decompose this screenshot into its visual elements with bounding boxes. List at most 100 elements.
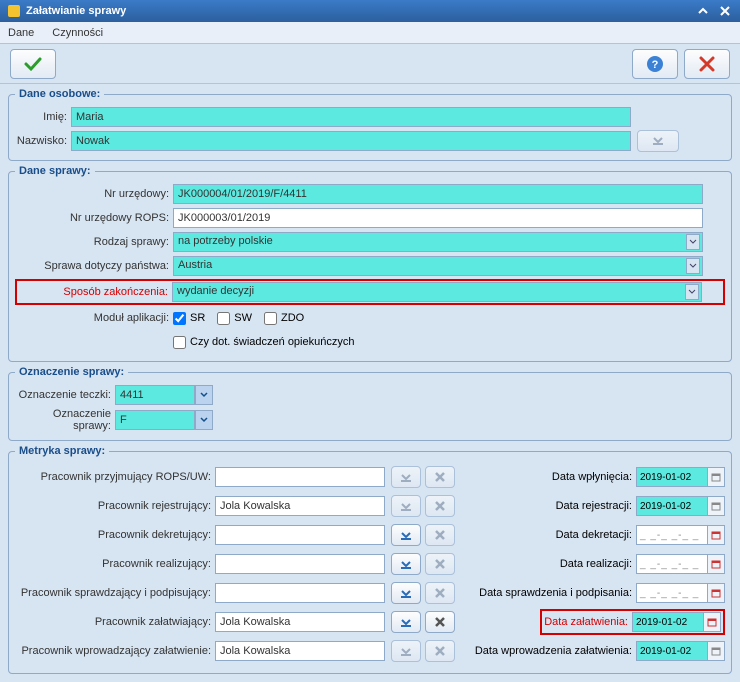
title-bar: Załatwianie sprawy (0, 0, 740, 22)
section-oznaczenie: Oznaczenie sprawy: Oznaczenie teczki: Oz… (8, 366, 732, 441)
label-modul: Moduł aplikacji: (15, 312, 173, 324)
window-title: Załatwianie sprawy (26, 5, 126, 17)
clear-button (425, 524, 455, 546)
legend-sprawy: Dane sprawy: (15, 165, 95, 177)
label-panstwo: Sprawa dotyczy państwa: (15, 260, 173, 272)
label-ozn-sprawy: Oznaczenie sprawy: (15, 408, 115, 432)
calendar-icon[interactable] (707, 496, 725, 516)
assign-button[interactable] (391, 524, 421, 546)
app-icon (8, 5, 20, 17)
calendar-icon[interactable] (707, 554, 725, 574)
toolbar: ? (0, 44, 740, 84)
label-prac-rej: Pracownik rejestrujący: (15, 500, 215, 512)
section-dane-osobowe: Dane osobowe: Imię: Nazwisko: (8, 88, 732, 161)
input-nr-rops[interactable] (173, 208, 703, 228)
legend-oznaczenie: Oznaczenie sprawy: (15, 366, 128, 378)
clear-button (425, 640, 455, 662)
date-zal[interactable]: 2019-01-02 (632, 612, 704, 632)
input-prac-dekr[interactable] (215, 525, 385, 545)
clear-button (425, 466, 455, 488)
date-dekr[interactable]: _ _-_ _-_ _ (636, 525, 708, 545)
assign-button (391, 466, 421, 488)
label-imie: Imię: (15, 111, 71, 123)
calendar-icon[interactable] (707, 583, 725, 603)
menu-bar: Dane Czynności (0, 22, 740, 44)
chevron-down-icon (685, 284, 699, 300)
input-prac-real[interactable] (215, 554, 385, 574)
input-prac-spr[interactable] (215, 583, 385, 603)
label-prac-spr: Pracownik sprawdzający i podpisujący: (15, 587, 215, 599)
assign-button (391, 640, 421, 662)
select-rodzaj[interactable]: na potrzeby polskie (173, 232, 703, 252)
date-rej[interactable]: 2019-01-02 (636, 496, 708, 516)
input-prac-zal[interactable] (215, 612, 385, 632)
label-nr-rops: Nr urzędowy ROPS: (15, 212, 173, 224)
dropdown-sprawy[interactable] (195, 410, 213, 430)
checkbox-sr[interactable]: SR (173, 312, 205, 325)
svg-text:?: ? (652, 59, 659, 71)
cancel-button[interactable] (684, 49, 730, 79)
label-prac-przyjm: Pracownik przyjmujący ROPS/UW: (15, 471, 215, 483)
label-nazwisko: Nazwisko: (15, 135, 71, 147)
minimize-up-icon[interactable] (696, 4, 710, 18)
label-data-real: Data realizacji: (560, 558, 636, 570)
label-prac-zal: Pracownik załatwiający: (15, 616, 215, 628)
select-panstwo[interactable]: Austria (173, 256, 703, 276)
input-prac-przyjm[interactable] (215, 467, 385, 487)
label-data-zal: Data załatwienia: (544, 616, 632, 628)
section-dane-sprawy: Dane sprawy: Nr urzędowy: Nr urzędowy RO… (8, 165, 732, 362)
calendar-icon[interactable] (707, 525, 725, 545)
menu-dane[interactable]: Dane (8, 27, 34, 39)
label-sposob: Sposób zakończenia: (18, 286, 172, 298)
select-sposob-value: wydanie decyzji (177, 285, 254, 297)
accept-button[interactable] (10, 49, 56, 79)
label-ozn-teczki: Oznaczenie teczki: (15, 389, 115, 401)
checkbox-sw[interactable]: SW (217, 312, 252, 325)
input-prac-wpr[interactable] (215, 641, 385, 661)
calendar-icon[interactable] (707, 467, 725, 487)
calendar-icon[interactable] (703, 612, 721, 632)
date-real[interactable]: _ _-_ _-_ _ (636, 554, 708, 574)
assign-button[interactable] (391, 582, 421, 604)
help-button[interactable]: ? (632, 49, 678, 79)
section-metryka: Metryka sprawy: Pracownik przyjmujący RO… (8, 445, 732, 674)
input-nazwisko[interactable] (71, 131, 631, 151)
legend-metryka: Metryka sprawy: (15, 445, 109, 457)
label-prac-wpr: Pracownik wprowadzający załatwienie: (15, 645, 215, 657)
label-data-rej: Data rejestracji: (556, 500, 636, 512)
calendar-icon[interactable] (707, 641, 725, 661)
input-imie[interactable] (71, 107, 631, 127)
assign-button (391, 495, 421, 517)
label-data-wpl: Data wpłynięcia: (552, 471, 636, 483)
label-data-spr: Data sprawdzenia i podpisania: (479, 587, 636, 599)
label-prac-dekr: Pracownik dekretujący: (15, 529, 215, 541)
input-nr-urzedowy[interactable] (173, 184, 703, 204)
select-rodzaj-value: na potrzeby polskie (178, 235, 273, 247)
menu-czynnosci[interactable]: Czynności (52, 27, 103, 39)
assign-button[interactable] (391, 611, 421, 633)
date-wpl[interactable]: 2019-01-02 (636, 467, 708, 487)
label-prac-real: Pracownik realizujący: (15, 558, 215, 570)
input-prac-rej[interactable] (215, 496, 385, 516)
assign-button[interactable] (391, 553, 421, 575)
chevron-down-icon (686, 234, 700, 250)
checkbox-opiekuncze[interactable]: Czy dot. świadczeń opiekuńczych (173, 336, 354, 349)
input-ozn-teczki[interactable] (115, 385, 195, 405)
select-panstwo-value: Austria (178, 259, 212, 271)
label-rodzaj: Rodzaj sprawy: (15, 236, 173, 248)
checkbox-zdo[interactable]: ZDO (264, 312, 304, 325)
dropdown-teczki[interactable] (195, 385, 213, 405)
date-wpr[interactable]: 2019-01-02 (636, 641, 708, 661)
input-ozn-sprawy[interactable] (115, 410, 195, 430)
chevron-down-icon (686, 258, 700, 274)
clear-button (425, 495, 455, 517)
label-data-dekr: Data dekretacji: (556, 529, 636, 541)
person-select-button (637, 130, 679, 152)
close-icon[interactable] (718, 4, 732, 18)
clear-button[interactable] (425, 611, 455, 633)
clear-button (425, 582, 455, 604)
date-spr[interactable]: _ _-_ _-_ _ (636, 583, 708, 603)
select-sposob[interactable]: wydanie decyzji (172, 282, 702, 302)
label-nr-urzedowy: Nr urzędowy: (15, 188, 173, 200)
clear-button (425, 553, 455, 575)
